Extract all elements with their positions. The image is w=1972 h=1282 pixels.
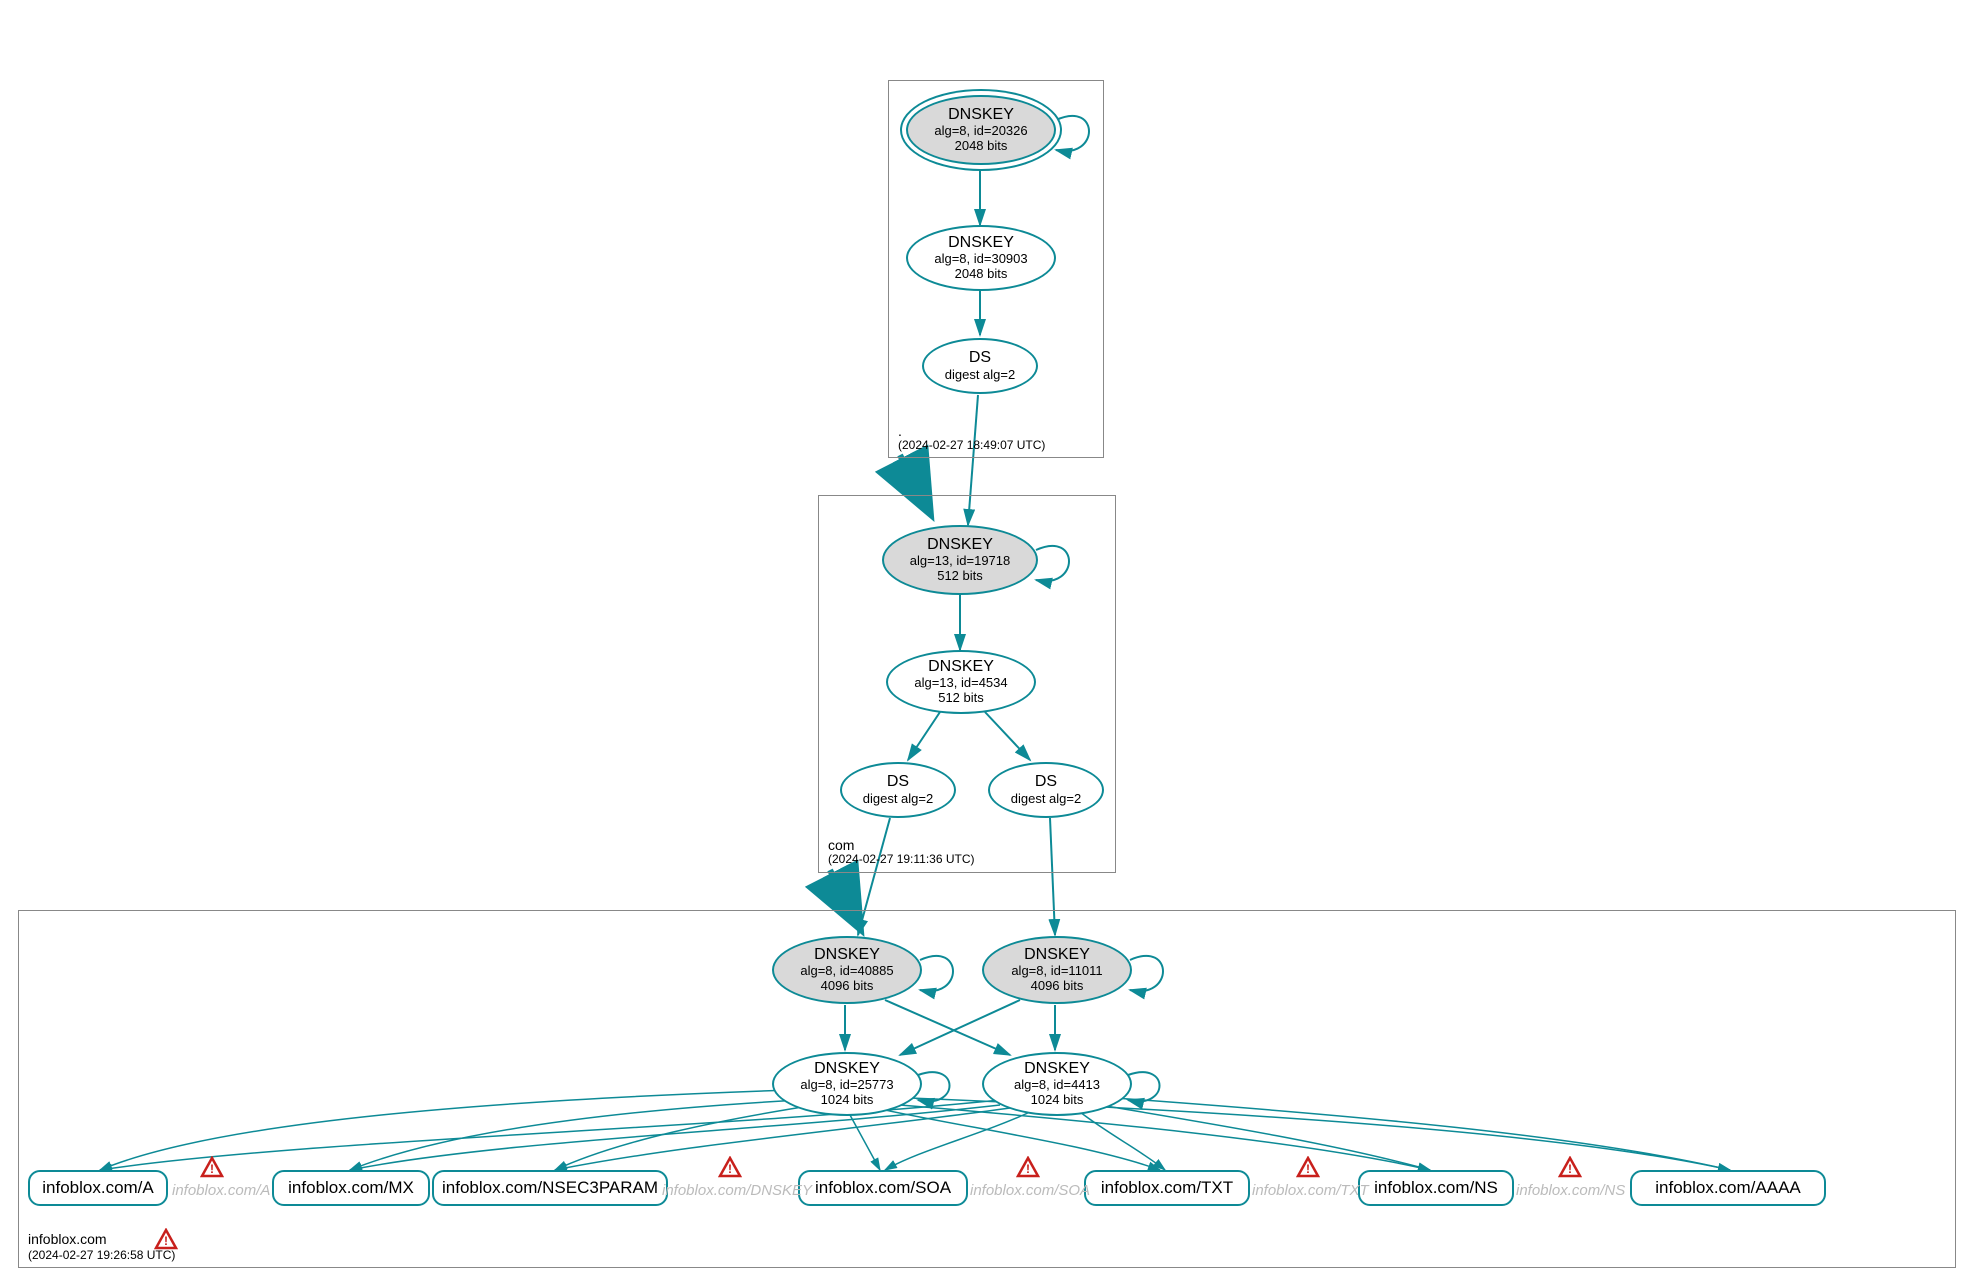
com-zsk-detail: alg=13, id=4534: [914, 676, 1007, 691]
rrset-aaaa: infoblox.com/AAAA: [1630, 1170, 1826, 1206]
rrset-ns: infoblox.com/NS: [1358, 1170, 1514, 1206]
rrset-soa: infoblox.com/SOA: [798, 1170, 968, 1206]
com-ds1-detail: digest alg=2: [863, 792, 933, 807]
ghost-a: infoblox.com/A: [172, 1182, 270, 1199]
warning-icon: !: [718, 1156, 742, 1180]
root-zsk-type: DNSKEY: [948, 234, 1014, 252]
com-ds2-node: DS digest alg=2: [988, 762, 1104, 818]
zone-com-timestamp: (2024-02-27 19:11:36 UTC): [828, 853, 975, 866]
ghost-ns: infoblox.com/NS: [1516, 1182, 1625, 1199]
com-ksk-detail: alg=13, id=19718: [910, 554, 1010, 569]
root-zsk-node: DNSKEY alg=8, id=30903 2048 bits: [906, 225, 1056, 291]
zone-infoblox-name: infoblox.com: [28, 1231, 107, 1247]
ghost-txt: infoblox.com/TXT: [1252, 1182, 1369, 1199]
com-zsk-bits: 512 bits: [938, 691, 984, 706]
ib-zsk1-bits: 1024 bits: [821, 1093, 874, 1108]
svg-text:!: !: [164, 1234, 168, 1248]
ib-ksk1-bits: 4096 bits: [821, 979, 874, 994]
ib-ksk2-bits: 4096 bits: [1031, 979, 1084, 994]
ghost-dnskey: infoblox.com/DNSKEY: [662, 1182, 812, 1199]
root-ds-type: DS: [969, 349, 991, 367]
rrset-mx: infoblox.com/MX: [272, 1170, 430, 1206]
com-ksk-type: DNSKEY: [927, 536, 993, 554]
ib-zsk2-bits: 1024 bits: [1031, 1093, 1084, 1108]
svg-text:!: !: [210, 1162, 214, 1176]
root-ksk-bits: 2048 bits: [955, 139, 1008, 154]
warning-icon: !: [200, 1156, 224, 1180]
ib-ksk2-type: DNSKEY: [1024, 946, 1090, 964]
root-zsk-detail: alg=8, id=30903: [934, 252, 1027, 267]
svg-text:!: !: [1306, 1162, 1310, 1176]
warning-icon: !: [1296, 1156, 1320, 1180]
ib-ksk1-node: DNSKEY alg=8, id=40885 4096 bits: [772, 936, 922, 1004]
svg-text:!: !: [1026, 1162, 1030, 1176]
zone-com-name: com: [828, 838, 975, 853]
zone-root-label: . (2024-02-27 18:49:07 UTC): [898, 424, 1045, 453]
root-ksk-detail: alg=8, id=20326: [934, 124, 1027, 139]
com-ds2-type: DS: [1035, 773, 1057, 791]
warning-icon: !: [1016, 1156, 1040, 1180]
zone-root-name: .: [898, 424, 1045, 439]
root-ksk-node: DNSKEY alg=8, id=20326 2048 bits: [906, 95, 1056, 165]
root-ds-node: DS digest alg=2: [922, 338, 1038, 394]
ib-zsk2-node: DNSKEY alg=8, id=4413 1024 bits: [982, 1052, 1132, 1116]
ib-zsk1-node: DNSKEY alg=8, id=25773 1024 bits: [772, 1052, 922, 1116]
root-zsk-bits: 2048 bits: [955, 267, 1008, 282]
ib-zsk2-detail: alg=8, id=4413: [1014, 1078, 1100, 1093]
rrset-nsec3: infoblox.com/NSEC3PARAM: [432, 1170, 668, 1206]
com-ds2-detail: digest alg=2: [1011, 792, 1081, 807]
ib-zsk2-type: DNSKEY: [1024, 1060, 1090, 1078]
ib-zsk1-type: DNSKEY: [814, 1060, 880, 1078]
ib-ksk2-detail: alg=8, id=11011: [1011, 964, 1102, 979]
rrset-txt: infoblox.com/TXT: [1084, 1170, 1250, 1206]
rrset-a: infoblox.com/A: [28, 1170, 168, 1206]
ghost-soa: infoblox.com/SOA: [970, 1182, 1090, 1199]
zone-com-label: com (2024-02-27 19:11:36 UTC): [828, 838, 975, 867]
com-zsk-type: DNSKEY: [928, 658, 994, 676]
com-ds1-type: DS: [887, 773, 909, 791]
com-zsk-node: DNSKEY alg=13, id=4534 512 bits: [886, 650, 1036, 714]
ib-zsk1-detail: alg=8, id=25773: [800, 1078, 893, 1093]
zone-root-timestamp: (2024-02-27 18:49:07 UTC): [898, 439, 1045, 452]
com-ds1-node: DS digest alg=2: [840, 762, 956, 818]
warning-icon: !: [154, 1228, 178, 1252]
root-ksk-type: DNSKEY: [948, 106, 1014, 124]
com-ksk-node: DNSKEY alg=13, id=19718 512 bits: [882, 525, 1038, 595]
com-ksk-bits: 512 bits: [937, 569, 983, 584]
ib-ksk1-detail: alg=8, id=40885: [800, 964, 893, 979]
ib-ksk1-type: DNSKEY: [814, 946, 880, 964]
svg-text:!: !: [1568, 1162, 1572, 1176]
ib-ksk2-node: DNSKEY alg=8, id=11011 4096 bits: [982, 936, 1132, 1004]
root-ds-detail: digest alg=2: [945, 368, 1015, 383]
svg-text:!: !: [728, 1162, 732, 1176]
warning-icon: !: [1558, 1156, 1582, 1180]
